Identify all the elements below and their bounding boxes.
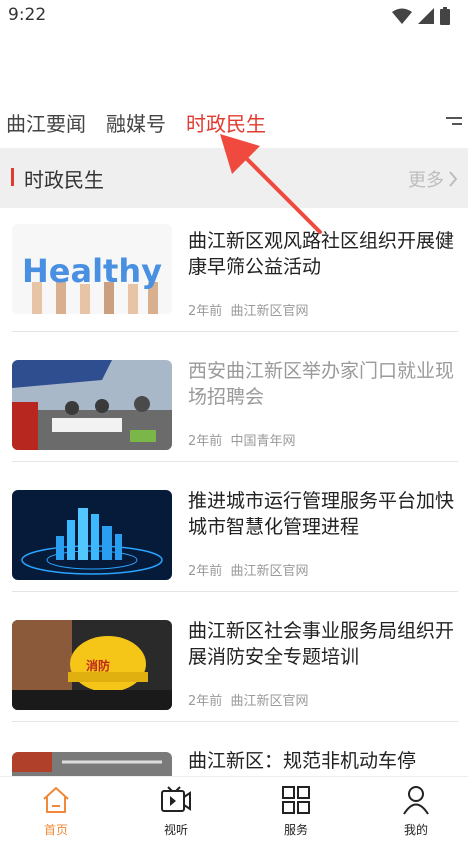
divider bbox=[12, 721, 458, 722]
news-thumbnail-job-fair bbox=[12, 360, 172, 450]
section-accent-bar bbox=[11, 168, 14, 186]
wifi-icon bbox=[392, 8, 412, 24]
divider bbox=[12, 331, 458, 332]
news-thumbnail-smart-city bbox=[12, 490, 172, 580]
tab-politics-livelihood[interactable]: 时政民生 bbox=[186, 108, 266, 137]
signal-icon bbox=[418, 8, 434, 24]
divider bbox=[12, 591, 458, 592]
news-source: 曲江新区官网 bbox=[230, 564, 309, 579]
video-icon bbox=[161, 786, 191, 812]
more-label: 更多 bbox=[408, 170, 444, 191]
nav-profile[interactable]: 我的 bbox=[376, 785, 456, 838]
news-age: 2年前 bbox=[188, 434, 223, 449]
tab-media-accounts[interactable]: 融媒号 bbox=[106, 108, 166, 137]
news-meta: 2年前 曲江新区官网 bbox=[188, 690, 309, 709]
section-header: 时政民生 更多 bbox=[0, 148, 468, 208]
news-source: 中国青年网 bbox=[230, 434, 296, 449]
menu-icon[interactable] bbox=[444, 112, 464, 132]
tab-qujiang-news[interactable]: 曲江要闻 bbox=[6, 108, 86, 137]
bottom-nav: 首页 视听 服务 我的 bbox=[0, 776, 468, 847]
nav-video[interactable]: 视听 bbox=[136, 785, 216, 838]
news-title: 曲江新区：规范非机动车停 bbox=[188, 750, 417, 772]
news-title: 西安曲江新区举办家门口就业现场招聘会 bbox=[188, 360, 455, 408]
news-title: 曲江新区社会事业服务局组织开展消防安全专题培训 bbox=[188, 620, 455, 668]
news-source: 曲江新区官网 bbox=[230, 694, 309, 709]
news-age: 2年前 bbox=[188, 564, 223, 579]
nav-label: 首页 bbox=[43, 823, 68, 837]
news-item[interactable]: 西安曲江新区举办家门口就业现场招聘会 2年前 中国青年网 bbox=[12, 338, 458, 462]
chevron-right-icon bbox=[449, 171, 458, 187]
section-title: 时政民生 bbox=[24, 168, 104, 192]
news-title: 曲江新区观风路社区组织开展健康早筛公益活动 bbox=[188, 230, 455, 278]
news-source: 曲江新区官网 bbox=[230, 304, 309, 319]
news-age: 2年前 bbox=[188, 304, 223, 319]
nav-label: 服务 bbox=[283, 823, 308, 837]
news-meta: 2年前 中国青年网 bbox=[188, 430, 296, 449]
channel-tabs: 曲江要闻 融媒号 时政民生 bbox=[0, 100, 468, 144]
news-meta: 2年前 曲江新区官网 bbox=[188, 300, 309, 319]
nav-label: 视听 bbox=[163, 823, 188, 837]
battery-icon bbox=[440, 7, 450, 25]
news-title: 推进城市运行管理服务平台加快城市智慧化管理进程 bbox=[188, 490, 455, 538]
status-bar: 9:22 bbox=[0, 0, 468, 32]
status-time: 9:22 bbox=[8, 5, 47, 25]
nav-label: 我的 bbox=[403, 823, 428, 837]
grid-icon bbox=[282, 786, 310, 814]
nav-services[interactable]: 服务 bbox=[256, 785, 336, 838]
divider bbox=[12, 461, 458, 462]
news-thumbnail-healthy: Healthy bbox=[12, 224, 172, 314]
news-age: 2年前 bbox=[188, 694, 223, 709]
system-icons bbox=[392, 6, 450, 26]
user-icon bbox=[403, 786, 429, 815]
news-item[interactable]: Healthy 曲江新区观风路社区组织开展健康早筛公益活动 2年前 曲江新区官网 bbox=[12, 208, 458, 332]
more-link[interactable]: 更多 bbox=[408, 166, 458, 192]
news-meta: 2年前 曲江新区官网 bbox=[188, 560, 309, 579]
nav-home[interactable]: 首页 bbox=[16, 785, 96, 838]
fire-label-text: 消防 bbox=[86, 658, 110, 673]
news-item[interactable]: 消防 曲江新区社会事业服务局组织开展消防安全专题培训 2年前 曲江新区官网 bbox=[12, 598, 458, 722]
news-item[interactable]: 推进城市运行管理服务平台加快城市智慧化管理进程 2年前 曲江新区官网 bbox=[12, 468, 458, 592]
healthy-text: Healthy bbox=[22, 252, 162, 290]
home-icon bbox=[43, 787, 69, 813]
news-thumbnail-fire-safety: 消防 bbox=[12, 620, 172, 710]
